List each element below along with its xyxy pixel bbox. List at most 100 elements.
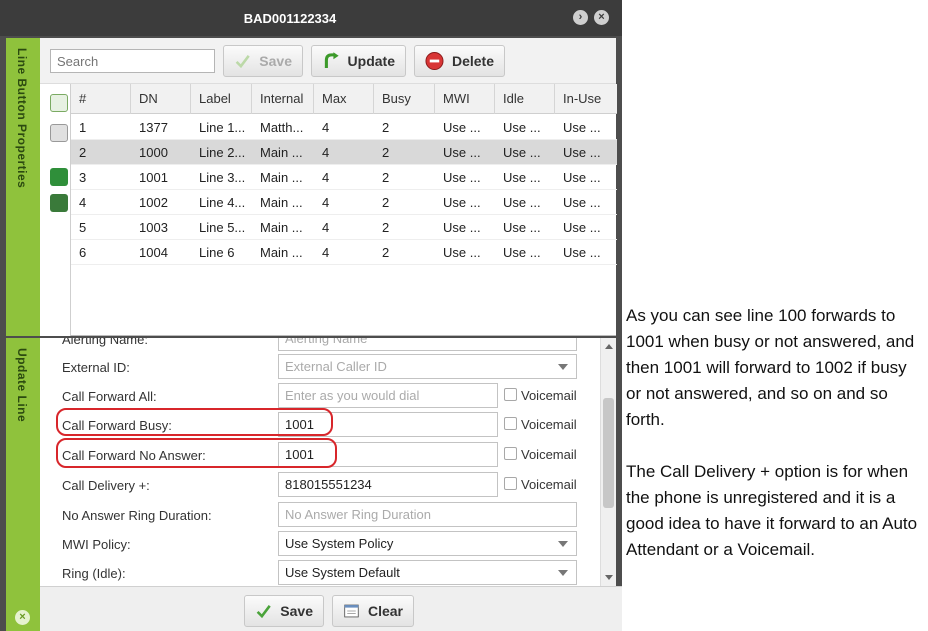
table-cell: Line 4... [199, 195, 246, 210]
table-cell: Use ... [443, 170, 481, 185]
busy-highlight [56, 408, 333, 436]
column-header[interactable]: # [71, 84, 131, 114]
call-delivery-field[interactable]: 818015551234 [278, 472, 498, 497]
close-icon[interactable]: × [594, 10, 609, 25]
table-cell: 1004 [139, 245, 168, 260]
table-cell: Use ... [443, 145, 481, 160]
column-header[interactable]: Busy [374, 84, 435, 114]
scroll-up-icon[interactable] [605, 344, 613, 349]
table-cell: Use ... [563, 170, 601, 185]
no-answer-ring-duration-field[interactable]: No Answer Ring Duration [278, 502, 577, 527]
clear-button[interactable]: Clear [332, 595, 414, 627]
update-line-form: Alerting Name: Alerting Name External ID… [40, 338, 616, 586]
form-row-mwi-policy: MWI Policy: Use System Policy [40, 531, 600, 561]
table-row[interactable]: 5 1003 Line 5... Main ... 4 2 Use ... Use ... Us… [71, 215, 617, 240]
tab-label: Line Button Properties [15, 48, 29, 189]
line-list-panel: Save Update Delete # DN Label Internal [40, 38, 617, 338]
table-cell: Use ... [503, 220, 541, 235]
table-cell: Matth... [260, 120, 304, 135]
checkmark-icon [235, 55, 250, 69]
column-header[interactable]: Internal [252, 84, 314, 114]
line-grid: # DN Label Internal Max Busy MWI Idle In… [70, 84, 617, 300]
table-cell: Main ... [260, 195, 303, 210]
next-arrow-icon[interactable]: › [573, 10, 588, 25]
refresh-arrow-icon [324, 52, 339, 69]
print-icon[interactable] [50, 124, 68, 142]
column-header[interactable]: DN [131, 84, 191, 114]
form-row-external-id: External ID: External Caller ID [40, 354, 600, 384]
tab-label: Update Line [15, 348, 29, 423]
no-answer-ring-duration-label: No Answer Ring Duration: [62, 508, 212, 523]
grid-side-tools [46, 88, 70, 338]
ring-idle-select[interactable]: Use System Default [278, 560, 577, 585]
ring-idle-label: Ring (Idle): [62, 566, 126, 581]
refresh-icon[interactable] [50, 94, 68, 112]
voicemail-label: Voicemail [521, 417, 577, 432]
scroll-thumb[interactable] [603, 398, 614, 508]
table-row[interactable]: 3 1001 Line 3... Main ... 4 2 Use ... Use ... Us… [71, 165, 617, 190]
form-row-call-delivery: Call Delivery +: 818015551234 Voicemail [40, 472, 600, 502]
voicemail-label: Voicemail [521, 477, 577, 492]
form-scrollbar[interactable] [600, 338, 616, 586]
table-cell: Use ... [503, 195, 541, 210]
table-cell: 2 [382, 170, 390, 185]
mwi-policy-select[interactable]: Use System Policy [278, 531, 577, 556]
column-header[interactable]: Label [191, 84, 252, 114]
grid-header: # DN Label Internal Max Busy MWI Idle In… [71, 84, 617, 114]
delete-button[interactable]: Delete [414, 45, 505, 77]
table-cell: 2 [382, 195, 390, 210]
table-cell: Use ... [503, 120, 541, 135]
call-delivery-voicemail-checkbox[interactable] [504, 477, 517, 490]
call-forward-all-label: Call Forward All: [62, 389, 157, 404]
panel-close-icon[interactable]: × [15, 610, 30, 625]
excel-icon[interactable] [50, 168, 68, 186]
table-cell: Use ... [503, 170, 541, 185]
column-header[interactable]: MWI [435, 84, 495, 114]
alerting-name-field[interactable]: Alerting Name [278, 338, 577, 351]
tab-update-line[interactable]: Update Line × [6, 338, 40, 631]
table-cell: 4 [322, 220, 330, 235]
scroll-down-icon[interactable] [605, 575, 613, 580]
checkmark-icon [256, 605, 271, 619]
call-delivery-label: Call Delivery +: [62, 478, 150, 493]
table-cell: 4 [322, 170, 330, 185]
call-forward-all-field[interactable]: Enter as you would dial [278, 383, 498, 408]
table-row[interactable]: 1 1377 Line 1... Matth... 4 2 Use ... Use ... Us… [71, 115, 617, 140]
chevron-down-icon [558, 570, 568, 576]
form-save-label: Save [280, 603, 313, 619]
save-label: Save [259, 53, 292, 69]
table-cell: Use ... [443, 245, 481, 260]
column-header[interactable]: Max [314, 84, 374, 114]
table-cell: 1001 [139, 170, 168, 185]
save-button[interactable]: Save [223, 45, 303, 77]
table-cell: Line 3... [199, 170, 246, 185]
table-cell: 1002 [139, 195, 168, 210]
column-header[interactable]: In-Use [555, 84, 617, 114]
external-id-label: External ID: [62, 360, 130, 375]
table-row[interactable]: 4 1002 Line 4... Main ... 4 2 Use ... Use ... Us… [71, 190, 617, 215]
table-row[interactable]: 6 1004 Line 6 Main ... 4 2 Use ... Use ... Use .… [71, 240, 617, 265]
chevron-down-icon [558, 541, 568, 547]
grid-empty-area [70, 300, 616, 336]
annotation-call-delivery-note: The Call Delivery + option is for when t… [626, 462, 918, 559]
external-id-select[interactable]: External Caller ID [278, 354, 577, 379]
title-bar: BAD001122334 › × [0, 0, 622, 36]
table-cell: 2 [382, 120, 390, 135]
search-input[interactable] [50, 49, 215, 73]
column-header[interactable]: Idle [495, 84, 555, 114]
csv-icon[interactable] [50, 194, 68, 212]
call-forward-no-answer-voicemail-checkbox[interactable] [504, 447, 517, 460]
table-row[interactable]: 2 1000 Line 2... Main ... 4 2 Use ... Use ... Us… [71, 140, 617, 165]
table-cell: 1 [79, 120, 87, 135]
call-forward-busy-voicemail-checkbox[interactable] [504, 417, 517, 430]
table-cell: Use ... [563, 245, 601, 260]
tab-line-button-properties[interactable]: Line Button Properties [6, 38, 40, 336]
update-button[interactable]: Update [311, 45, 406, 77]
call-forward-all-voicemail-checkbox[interactable] [504, 388, 517, 401]
table-cell: Use ... [443, 220, 481, 235]
table-cell: 2 [79, 145, 87, 160]
form-save-button[interactable]: Save [244, 595, 324, 627]
table-cell: Use ... [563, 195, 601, 210]
annotation-forwarding-note: As you can see line 100 forwards to 1001… [626, 306, 915, 429]
no-answer-highlight [56, 438, 337, 468]
